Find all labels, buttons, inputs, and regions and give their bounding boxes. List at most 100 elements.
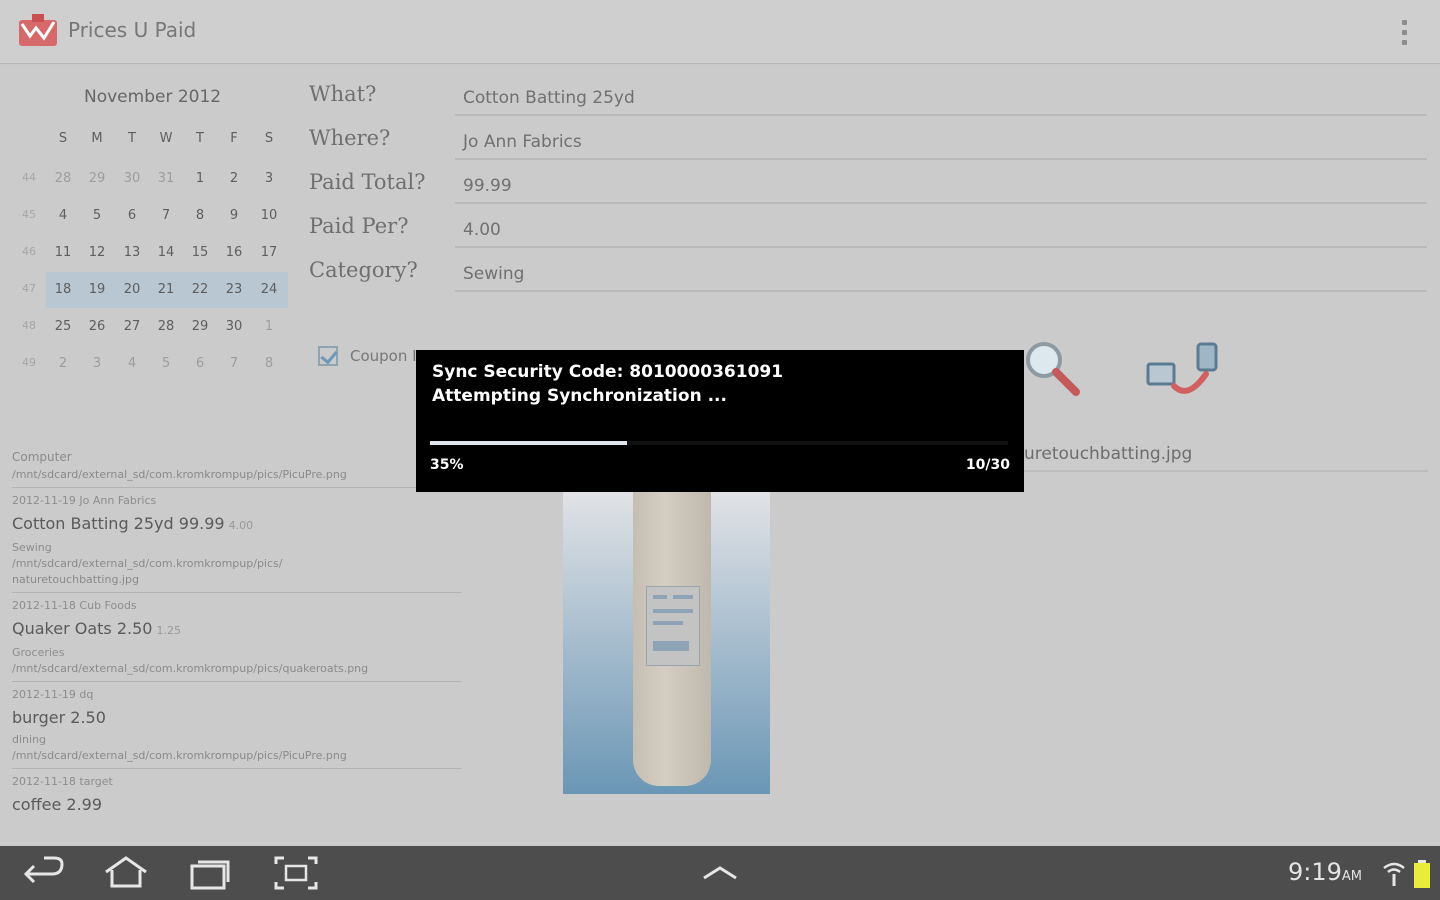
item-per-price: 1.25 — [156, 624, 181, 637]
item-per-price: 4.00 — [228, 519, 254, 532]
weekday-label: T — [128, 131, 136, 146]
sync-percent: 35% — [430, 457, 464, 473]
calendar-day[interactable]: 12 — [80, 245, 114, 260]
calendar-day[interactable]: 4 — [46, 208, 80, 223]
calendar-day[interactable]: 5 — [149, 356, 183, 371]
list-header-path: /mnt/sdcard/external_sd/com.kromkrompup/… — [12, 468, 347, 481]
filename-underline — [1024, 470, 1428, 472]
calendar-day[interactable]: 3 — [252, 171, 286, 186]
item-category: dining — [12, 733, 47, 746]
item-name: coffee — [12, 795, 62, 814]
paid-total-field[interactable]: 99.99 — [455, 168, 1427, 204]
weekday-label: T — [196, 131, 204, 146]
home-icon[interactable] — [102, 854, 150, 892]
calendar-day[interactable]: 29 — [80, 171, 114, 186]
calendar-day[interactable]: 6 — [183, 356, 217, 371]
calendar-day[interactable]: 19 — [80, 282, 114, 297]
calendar-day[interactable]: 28 — [149, 319, 183, 334]
calendar-day[interactable]: 30 — [217, 319, 251, 334]
recent-apps-icon[interactable] — [186, 854, 234, 892]
calendar-day[interactable]: 9 — [217, 208, 251, 223]
what-label: What? — [309, 82, 377, 106]
calendar-day[interactable]: 4 — [115, 356, 149, 371]
app-logo-icon[interactable] — [18, 14, 58, 48]
magnifier-icon[interactable] — [1022, 338, 1082, 398]
calendar-day[interactable]: 18 — [46, 282, 80, 297]
where-field[interactable]: Jo Ann Fabrics — [455, 124, 1427, 160]
calendar-day[interactable]: 31 — [149, 171, 183, 186]
item-price: 2.99 — [66, 795, 103, 814]
calendar-day[interactable]: 2 — [217, 171, 251, 186]
week-number: 49 — [22, 356, 36, 369]
wifi-icon — [1383, 862, 1405, 886]
purchase-list[interactable]: Computer /mnt/sdcard/external_sd/com.kro… — [12, 447, 462, 845]
item-category: Sewing — [12, 541, 52, 554]
calendar-day[interactable]: 27 — [115, 319, 149, 334]
calendar-day[interactable]: 6 — [115, 208, 149, 223]
category-field[interactable]: Sewing — [455, 256, 1427, 292]
item-date-store: 2012-11-18 Cub Foods — [12, 599, 137, 612]
calendar-day[interactable]: 23 — [217, 282, 251, 297]
sync-icon[interactable] — [1144, 340, 1222, 400]
calendar-day[interactable]: 24 — [252, 282, 286, 297]
paid-per-field[interactable]: 4.00 — [455, 212, 1427, 248]
calendar-day[interactable]: 3 — [80, 356, 114, 371]
calendar-day[interactable]: 17 — [252, 245, 286, 260]
item-path: /mnt/sdcard/external_sd/com.kromkrompup/… — [12, 662, 369, 675]
calendar-day[interactable]: 13 — [115, 245, 149, 260]
calendar-day[interactable]: 28 — [46, 171, 80, 186]
calendar-day[interactable]: 8 — [183, 208, 217, 223]
item-price: 2.50 — [70, 708, 106, 727]
item-name: Cotton Batting 25yd — [12, 514, 174, 533]
list-header: Computer — [12, 450, 72, 464]
calendar-day[interactable]: 25 — [46, 319, 80, 334]
calendar-day[interactable]: 11 — [46, 245, 80, 260]
what-field[interactable]: Cotton Batting 25yd — [455, 80, 1427, 116]
calendar-day[interactable]: 22 — [183, 282, 217, 297]
item-price: 2.50 — [116, 619, 153, 638]
batting-roll-image — [633, 490, 711, 786]
calendar-day[interactable]: 8 — [252, 356, 286, 371]
calendar-day[interactable]: 1 — [252, 319, 286, 334]
calendar-day[interactable]: 30 — [115, 171, 149, 186]
battery-icon — [1414, 860, 1430, 888]
system-nav-bar — [0, 846, 1440, 900]
list-item[interactable]: 2012-11-18 Cub Foods Quaker Oats 2.50 1.2… — [12, 597, 462, 677]
calendar-day[interactable]: 15 — [183, 245, 217, 260]
calendar-day[interactable]: 21 — [149, 282, 183, 297]
calendar-day[interactable]: 29 — [183, 319, 217, 334]
sync-progress-dialog: Sync Security Code: 8010000361091 Attemp… — [416, 350, 1024, 492]
overflow-menu-icon[interactable] — [1392, 12, 1416, 52]
category-label: Category? — [309, 258, 418, 282]
sync-progress-bar — [430, 441, 1008, 445]
list-item[interactable]: 2012-11-19 dq burger 2.50 dining /mnt/sd… — [12, 686, 462, 764]
app-title: Prices U Paid — [68, 18, 197, 42]
calendar-day[interactable]: 26 — [80, 319, 114, 334]
week-number: 46 — [22, 245, 36, 258]
list-item[interactable]: 2012-11-19 Jo Ann Fabrics Cotton Batting… — [12, 492, 462, 588]
coupon-checkbox[interactable]: Coupon I — [318, 346, 417, 366]
list-item[interactable]: 2012-11-18 target coffee 2.99 — [12, 773, 462, 819]
calendar-day[interactable]: 10 — [252, 208, 286, 223]
clock-ampm: AM — [1341, 869, 1363, 884]
calendar-day[interactable]: 14 — [149, 245, 183, 260]
calendar-day[interactable]: 16 — [217, 245, 251, 260]
calendar-day[interactable]: 2 — [46, 356, 80, 371]
calendar-day[interactable]: 7 — [217, 356, 251, 371]
screenshot-icon[interactable] — [272, 854, 320, 892]
week-number: 47 — [22, 282, 36, 295]
item-path-cont: naturetouchbatting.jpg — [12, 573, 139, 586]
calendar-day[interactable]: 20 — [115, 282, 149, 297]
action-bar: Prices U Paid — [0, 0, 1440, 64]
product-photo[interactable] — [563, 490, 770, 794]
clock-time: 9:19 — [1288, 858, 1342, 886]
item-category: Groceries — [12, 646, 65, 659]
checkbox-checked-icon[interactable] — [318, 346, 338, 366]
chevron-up-icon[interactable] — [696, 854, 744, 892]
item-path: /mnt/sdcard/external_sd/com.kromkrompup/… — [12, 557, 283, 570]
calendar-day[interactable]: 5 — [80, 208, 114, 223]
calendar-day[interactable]: 7 — [149, 208, 183, 223]
back-icon[interactable] — [20, 854, 68, 892]
item-date-store: 2012-11-19 Jo Ann Fabrics — [12, 494, 157, 507]
calendar-day[interactable]: 1 — [183, 171, 217, 186]
